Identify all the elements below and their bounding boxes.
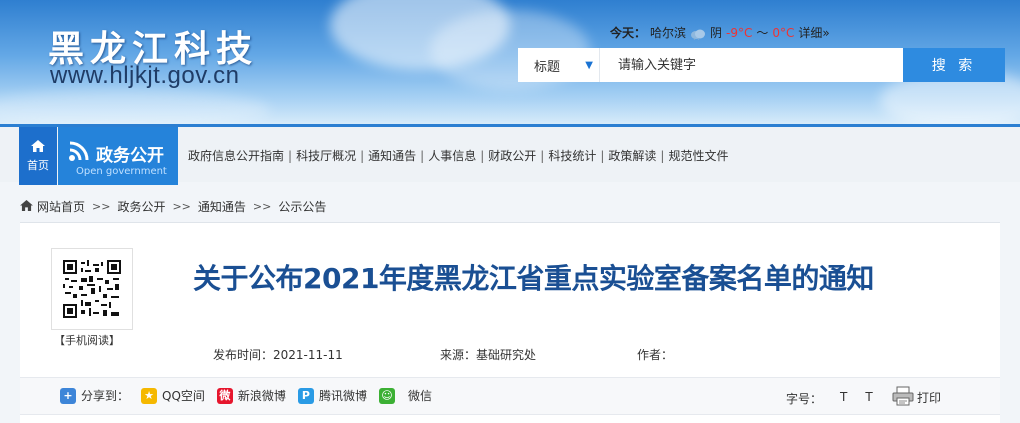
share-more-button[interactable]: + 分享到： [60, 387, 129, 404]
search-button[interactable]: 搜 索 [903, 48, 1005, 82]
share-qzone-label: QQ空间 [162, 389, 205, 403]
breadcrumb-item-notices[interactable]: 通知通告 [198, 198, 246, 215]
article-source: 来源：基础研究处 [440, 348, 537, 362]
nav-link-statistics[interactable]: 科技统计 [548, 147, 596, 164]
print-button[interactable]: 打印 [892, 386, 941, 409]
open-government-section[interactable]: 政务公开 Open government [58, 127, 178, 185]
nav-bar: 首页 政务公开 Open government 政府信息公开指南 | 科技厅概况… [0, 124, 1020, 185]
search-bar: 标题 ▼ 搜 索 [518, 48, 1005, 82]
site-url: www.hljkjt.gov.cn [50, 62, 240, 89]
nav-separator: | [360, 148, 365, 163]
print-label: 打印 [917, 391, 942, 405]
nav-link-guide[interactable]: 政府信息公开指南 [188, 147, 284, 164]
nav-links: 政府信息公开指南 | 科技厅概况 | 通知通告 | 人事信息 | 财政公开 | … [188, 147, 728, 164]
nav-link-personnel[interactable]: 人事信息 [428, 147, 476, 164]
wechat-icon: ☺ [378, 387, 395, 404]
share-qzone-button[interactable]: ★ QQ空间 [141, 387, 205, 404]
sina-weibo-icon: 微 [216, 387, 233, 404]
share-group: + 分享到： ★ QQ空间 微 新浪微博 P 腾讯微博 ☺ 微信 [60, 387, 444, 404]
weather-widget: 今天： 哈尔滨 阴 -9°C ～ 0°C 详细» [610, 24, 830, 41]
search-field-select[interactable]: 标题 ▼ [518, 48, 600, 82]
banner-cloud [0, 90, 270, 124]
cloudy-weather-icon [690, 28, 706, 40]
qzone-star-icon: ★ [141, 387, 158, 404]
weather-low-temp: -9°C [726, 25, 753, 40]
nav-separator: | [480, 148, 485, 163]
nav-separator: | [660, 148, 665, 163]
share-toolbar: + 分享到： ★ QQ空间 微 新浪微博 P 腾讯微博 ☺ 微信 字号： T T… [20, 377, 1000, 415]
section-subtitle: Open government [76, 166, 167, 177]
signal-icon [68, 140, 90, 166]
nav-link-finance[interactable]: 财政公开 [488, 147, 536, 164]
article-title: 关于公布2021年度黑龙江省重点实验室备案名单的通知 [193, 262, 874, 295]
share-tencent-weibo-button[interactable]: P 腾讯微博 [297, 387, 367, 404]
breadcrumb-item-open-gov[interactable]: 政务公开 [117, 198, 165, 215]
home-button[interactable]: 首页 [19, 127, 57, 185]
nav-separator: | [600, 148, 605, 163]
home-icon [20, 199, 33, 214]
search-input[interactable] [600, 49, 903, 81]
breadcrumb-separator: >> [92, 200, 111, 213]
share-wechat-label: 微信 [407, 389, 432, 403]
nav-separator: | [540, 148, 545, 163]
article-author: 作者： [637, 348, 674, 362]
tencent-weibo-icon: P [297, 387, 314, 404]
section-title: 政务公开 [96, 146, 164, 166]
mobile-read-label: 【手机阅读】 [54, 334, 120, 347]
share-tencent-weibo-label: 腾讯微博 [318, 389, 367, 403]
share-weibo-label: 新浪微博 [237, 389, 286, 403]
home-icon [31, 139, 45, 155]
font-size-label: 字号： [786, 392, 823, 406]
weather-details-link[interactable]: 详细» [798, 24, 829, 41]
printer-icon [892, 386, 914, 409]
breadcrumb-item-announcements[interactable]: 公示公告 [278, 198, 326, 215]
breadcrumb-separator: >> [172, 200, 191, 213]
share-label: 分享到： [81, 389, 130, 403]
breadcrumb-separator: >> [252, 200, 272, 213]
nav-link-policy[interactable]: 政策解读 [608, 147, 656, 164]
font-size-control: 字号： T T [786, 390, 873, 407]
home-label: 首页 [27, 158, 49, 172]
weather-condition: 阴 [710, 26, 723, 40]
nav-link-overview[interactable]: 科技厅概况 [296, 147, 356, 164]
share-weibo-button[interactable]: 微 新浪微博 [216, 387, 286, 404]
font-size-large-button[interactable]: T [840, 390, 847, 407]
nav-link-regulations[interactable]: 规范性文件 [668, 147, 728, 164]
dropdown-triangle-icon: ▼ [585, 59, 593, 71]
weather-range-tilde: ～ [756, 26, 769, 40]
nav-separator: | [288, 148, 293, 163]
weather-today-label: 今天： [610, 26, 647, 40]
nav-separator: | [420, 148, 425, 163]
weather-high-temp: 0°C [772, 25, 795, 40]
header-banner: 黑龙江科技 www.hljkjt.gov.cn 今天： 哈尔滨 阴 -9°C ～ 0… [0, 0, 1020, 124]
breadcrumb: 网站首页 >> 政务公开 >> 通知通告 >> 公示公告 [20, 198, 326, 215]
breadcrumb-item-home[interactable]: 网站首页 [37, 198, 85, 215]
publish-date: 发布时间：2021-11-11 [213, 348, 343, 362]
weather-city: 哈尔滨 [650, 26, 687, 40]
nav-link-notices[interactable]: 通知通告 [368, 147, 416, 164]
search-field-select-value: 标题 [534, 59, 561, 75]
share-wechat-button[interactable]: ☺ 微信 [378, 387, 432, 404]
plus-icon: + [60, 387, 76, 404]
font-size-small-button[interactable]: T [865, 390, 872, 407]
qr-code [51, 248, 133, 330]
